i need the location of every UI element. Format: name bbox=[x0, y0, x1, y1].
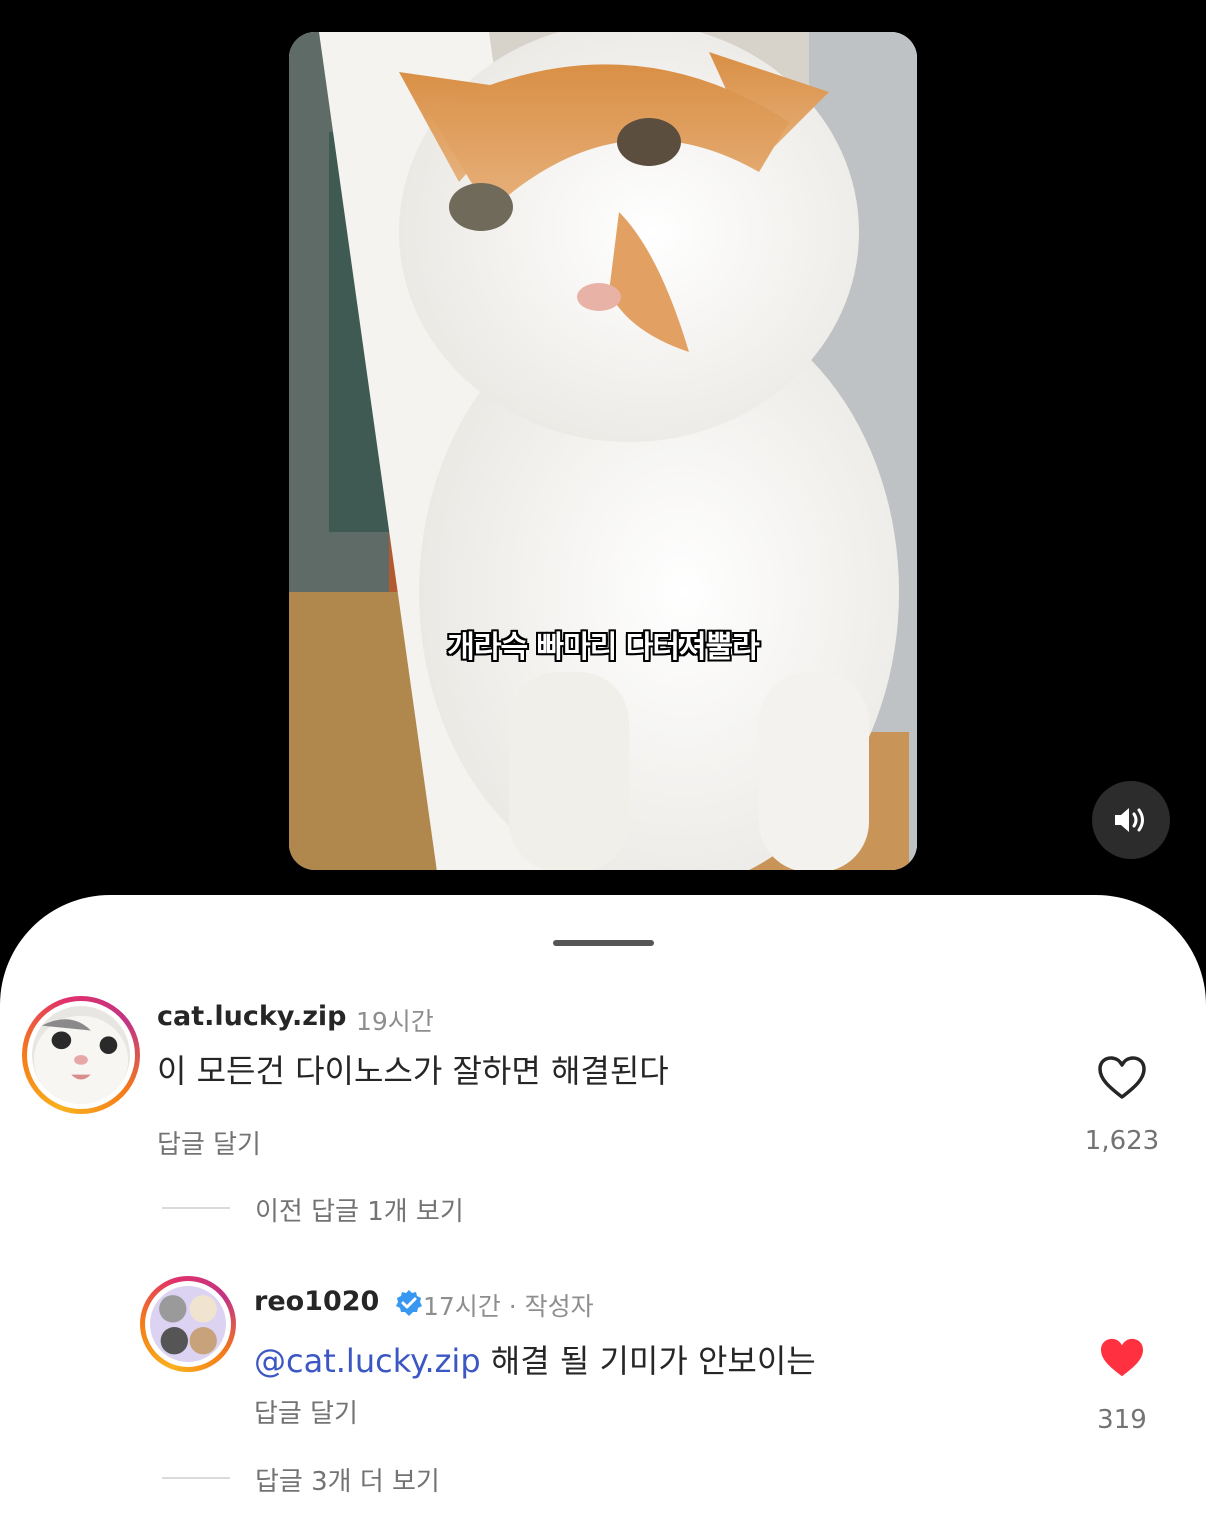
heart-outline-icon[interactable] bbox=[1097, 1055, 1147, 1101]
reply-text: 해결 될 기미가 안보이는 bbox=[490, 1342, 816, 1380]
view-more-replies[interactable]: 답글 3개 더 보기 bbox=[255, 1461, 440, 1498]
comments-sheet: cat.lucky.zip 19시간 이 모든건 다이노스가 잘하면 해결된다 … bbox=[0, 895, 1206, 1518]
reply-username-text[interactable]: reo1020 bbox=[254, 1286, 379, 1317]
reply-button[interactable]: 답글 달기 bbox=[157, 1124, 261, 1161]
sound-toggle-button[interactable] bbox=[1092, 781, 1170, 859]
sheet-drag-handle[interactable] bbox=[553, 940, 654, 946]
verified-badge-icon bbox=[395, 1289, 422, 1316]
mention-link[interactable]: @cat.lucky.zip bbox=[254, 1342, 481, 1380]
reply-like-count: 319 bbox=[1097, 1405, 1147, 1435]
heart-filled-icon[interactable] bbox=[1099, 1337, 1145, 1379]
reply-button[interactable]: 답글 달기 bbox=[254, 1393, 358, 1430]
cat-video-frame bbox=[289, 32, 917, 870]
speaker-icon bbox=[1115, 808, 1144, 832]
avatar bbox=[32, 1006, 130, 1104]
thread-divider bbox=[162, 1207, 230, 1209]
view-previous-replies[interactable]: 이전 답글 1개 보기 bbox=[255, 1191, 464, 1228]
author-badge: · 작성자 bbox=[508, 1292, 594, 1321]
cat-avatar-image bbox=[32, 1006, 130, 1104]
comment-text: 이 모든건 다이노스가 잘하면 해결된다 bbox=[157, 1052, 669, 1090]
avatar bbox=[150, 1286, 226, 1362]
reels-comment-screen: 개라슥 빠마리 다터져뿔라 cat.lucky.zip 19시간 이 모든건 다… bbox=[0, 0, 1206, 1518]
reply-meta: 17시간 · 작성자 bbox=[423, 1287, 594, 1323]
reply-username[interactable]: reo1020 bbox=[254, 1286, 423, 1317]
comment-timestamp: 19시간 bbox=[356, 1007, 434, 1036]
comment-username[interactable]: cat.lucky.zip bbox=[157, 1001, 347, 1032]
reply-text-row: @cat.lucky.zip 해결 될 기미가 안보이는 bbox=[254, 1336, 816, 1382]
video-caption: 개라슥 빠마리 다터져뿔라 bbox=[447, 630, 760, 665]
reply-timestamp: 17시간 bbox=[423, 1292, 501, 1321]
thread-divider bbox=[162, 1477, 230, 1479]
cats-avatar-image bbox=[150, 1286, 226, 1362]
avatar-story-ring[interactable] bbox=[140, 1276, 236, 1372]
like-count: 1,623 bbox=[1084, 1126, 1160, 1156]
avatar-story-ring[interactable] bbox=[22, 996, 140, 1114]
video-player[interactable]: 개라슥 빠마리 다터져뿔라 bbox=[289, 32, 917, 870]
